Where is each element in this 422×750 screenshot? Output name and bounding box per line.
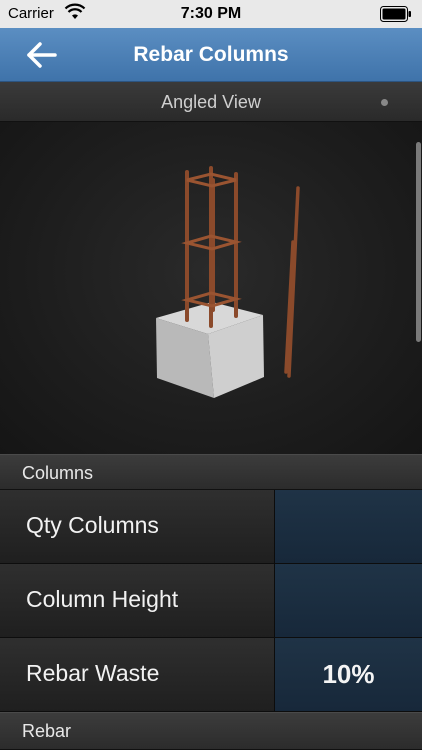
page-indicator-dot bbox=[381, 99, 388, 106]
3d-viewport[interactable] bbox=[0, 122, 422, 454]
section-header-columns: Columns bbox=[0, 454, 422, 490]
row-rebar-waste[interactable]: Rebar Waste 10% bbox=[0, 638, 422, 712]
section-title: Columns bbox=[22, 463, 94, 483]
row-column-height[interactable]: Column Height bbox=[0, 564, 422, 638]
row-label: Rebar Waste bbox=[26, 660, 160, 686]
row-label: Qty Columns bbox=[26, 512, 159, 538]
section-header-rebar: Rebar bbox=[0, 712, 422, 750]
row-label: Column Height bbox=[26, 586, 179, 612]
page-title: Rebar Columns bbox=[133, 43, 289, 66]
rebar-waste-input[interactable]: 10% bbox=[274, 638, 422, 711]
status-time: 7:30 PM bbox=[180, 5, 242, 22]
nav-bar: Rebar Columns bbox=[0, 28, 422, 82]
view-selector[interactable]: Angled View bbox=[0, 82, 422, 122]
column-height-input[interactable] bbox=[274, 564, 422, 637]
battery-icon bbox=[380, 6, 411, 22]
row-qty-columns[interactable]: Qty Columns bbox=[0, 490, 422, 564]
view-label: Angled View bbox=[161, 92, 261, 112]
qty-columns-input[interactable] bbox=[274, 490, 422, 563]
rebar-column-render bbox=[156, 166, 300, 398]
scroll-indicator[interactable] bbox=[416, 142, 421, 342]
section-title: Rebar bbox=[22, 721, 72, 741]
status-bar: Carrier 7:30 PM bbox=[0, 0, 422, 28]
